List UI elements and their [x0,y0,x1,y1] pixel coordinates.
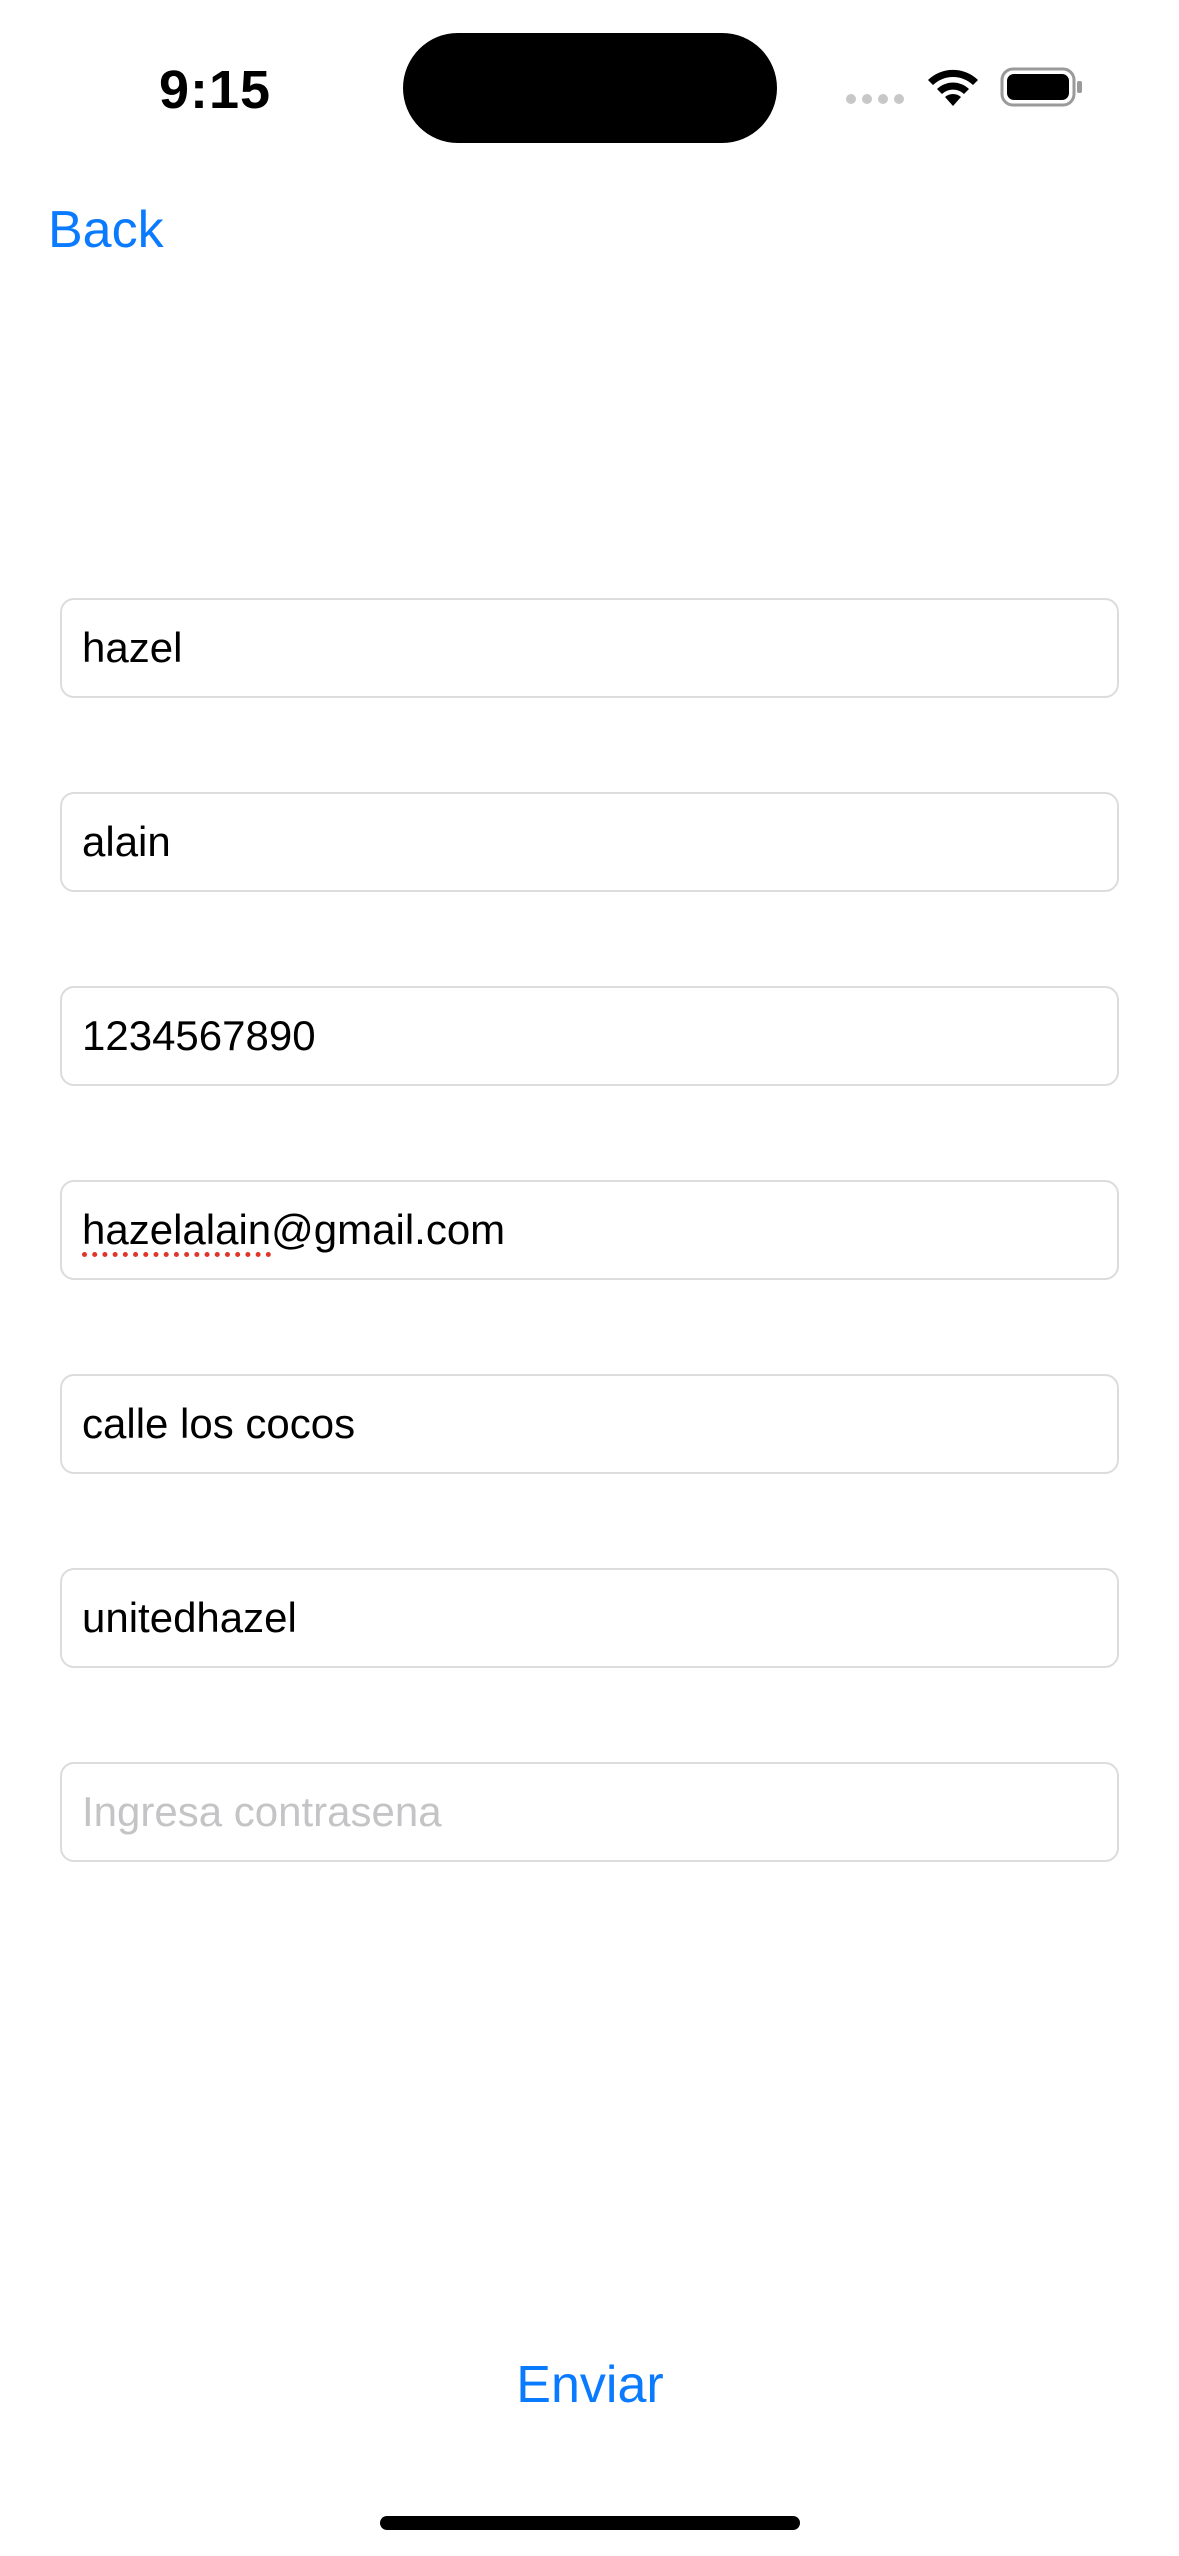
home-indicator[interactable] [380,2516,800,2530]
battery-icon [1000,67,1082,107]
last-name-value: alain [82,818,171,865]
username-value: unitedhazel [82,1594,297,1641]
email-value-misspelled: hazelalain [82,1206,272,1253]
phone-value: 1234567890 [82,1012,316,1059]
status-bar-time: 9:15 [158,60,272,120]
back-button[interactable]: Back [48,190,164,270]
address-field[interactable]: calle los cocos [60,1374,1119,1474]
first-name-value: hazel [82,624,183,671]
dynamic-island [403,33,777,143]
wifi-icon [928,69,978,106]
password-placeholder: Ingresa contrasena [82,1788,442,1835]
address-value: calle los cocos [82,1400,356,1447]
first-name-field[interactable]: hazel [60,598,1119,698]
password-field[interactable]: Ingresa contrasena [60,1762,1119,1862]
username-field[interactable]: unitedhazel [60,1568,1119,1668]
email-value-domain: @gmail.com [271,1206,506,1253]
email-field[interactable]: hazelalain @gmail.com [60,1180,1119,1280]
last-name-field[interactable]: alain [60,792,1119,892]
cellular-signal-icon [846,94,906,106]
phone-field[interactable]: 1234567890 [60,986,1119,1086]
submit-button[interactable]: Enviar [440,2340,740,2430]
